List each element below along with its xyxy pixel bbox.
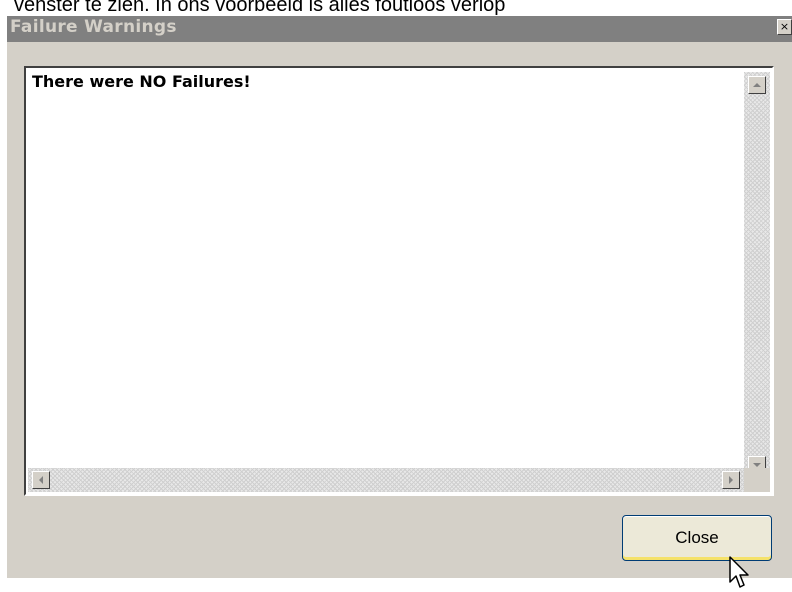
failure-message: There were NO Failures! xyxy=(32,72,251,91)
window-close-button[interactable]: × xyxy=(777,19,792,35)
mouse-pointer-icon xyxy=(729,556,749,588)
window-title: Failure Warnings xyxy=(10,17,177,37)
horizontal-scrollbar[interactable] xyxy=(28,468,744,492)
background-document-text: venster te zien. In ons voorbeeld is all… xyxy=(14,0,506,16)
scroll-up-button[interactable] xyxy=(748,76,766,94)
scroll-right-icon xyxy=(729,476,733,484)
scroll-corner xyxy=(744,468,770,492)
scroll-left-icon xyxy=(39,476,43,484)
title-bar[interactable]: Failure Warnings × xyxy=(7,16,792,42)
scroll-up-icon xyxy=(753,83,761,87)
scroll-left-button[interactable] xyxy=(32,471,50,489)
failure-text-area[interactable]: There were NO Failures! xyxy=(24,66,774,496)
failure-warnings-dialog: Failure Warnings × There were NO Failure… xyxy=(7,16,792,588)
close-button[interactable]: Close xyxy=(622,515,772,561)
close-button-label: Close xyxy=(675,528,719,547)
scroll-right-button[interactable] xyxy=(722,471,740,489)
vertical-scrollbar[interactable] xyxy=(744,72,770,476)
